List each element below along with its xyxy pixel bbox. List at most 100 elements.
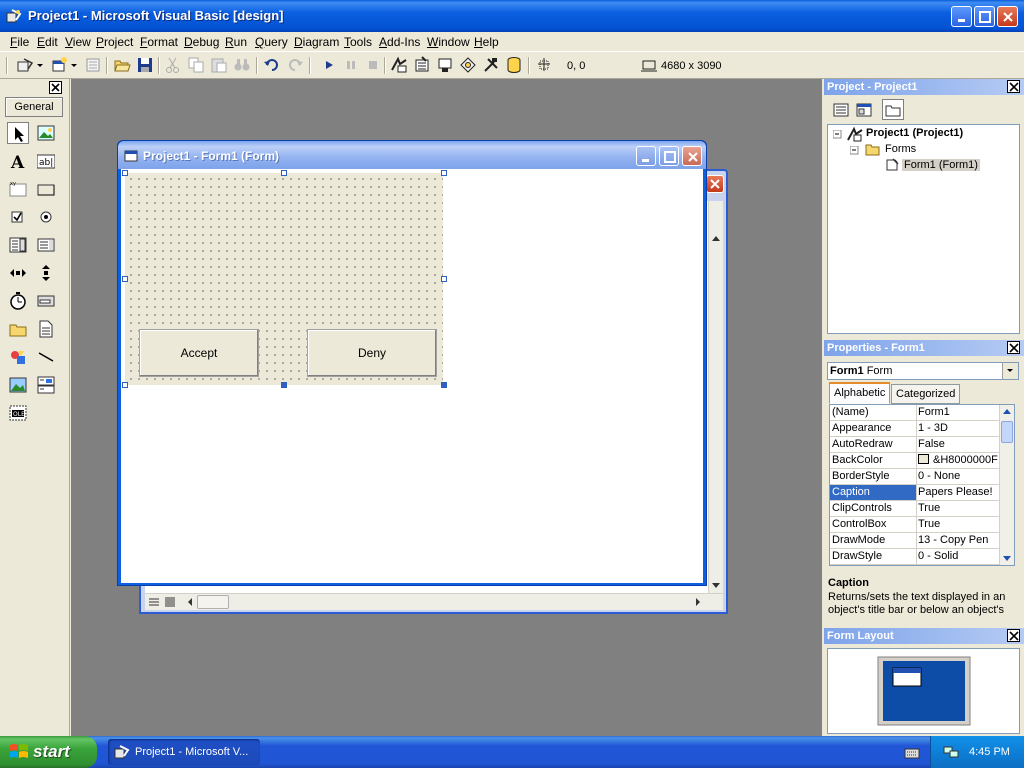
tool-dirlistbox[interactable] [7,318,29,340]
tool-pointer[interactable] [7,122,29,144]
close-button[interactable] [997,6,1018,27]
form-minimize-button[interactable] [636,146,656,166]
paste-icon[interactable] [210,56,228,74]
tool-optionbutton[interactable] [35,206,57,228]
form-layout-canvas[interactable] [827,648,1020,734]
project-explorer-title[interactable]: Project - Project1 [824,79,1024,95]
property-row[interactable]: DrawMode 13 - Copy Pen [830,533,1000,549]
keyboard-icon[interactable] [904,746,920,760]
tool-ole[interactable]: OLE [7,402,29,424]
menu-help[interactable]: Help [474,35,499,49]
properties-close-button[interactable] [1007,341,1020,354]
form-designer-window[interactable]: Project1 - Form1 (Form) Accept Deny [117,140,707,586]
resize-handle[interactable] [441,382,447,388]
taskbar-item-vb[interactable]: Project1 - Microsoft V... [108,739,260,765]
properties-title[interactable]: Properties - Form1 [824,340,1024,356]
resize-handle[interactable] [122,276,128,282]
form-designer-canvas[interactable]: Accept Deny [121,169,703,583]
tree-forms-folder[interactable]: Forms [885,143,916,155]
resize-handle[interactable] [441,276,447,282]
tab-alphabetic[interactable]: Alphabetic [829,382,891,404]
tool-combobox[interactable] [7,234,29,256]
end-icon[interactable] [364,56,382,74]
tool-vscrollbar[interactable] [35,262,57,284]
resize-handle[interactable] [122,382,128,388]
property-value[interactable]: False [918,438,1000,450]
properties-grid[interactable]: (Name) Form1 Appearance 1 - 3D AutoRedraw Fal… [829,404,1015,566]
tool-line[interactable] [35,346,57,368]
monitor-preview-icon[interactable] [828,649,1021,733]
properties-window-icon[interactable] [413,56,431,74]
tool-timer[interactable] [7,290,29,312]
accept-button[interactable]: Accept [139,329,259,377]
project-tree[interactable]: Project1 (Project1) Forms Form1 (Form1) [827,124,1020,334]
open-folder-icon[interactable] [113,56,131,74]
view-object-icon[interactable] [855,101,873,119]
copy-icon[interactable] [187,56,205,74]
chevron-right-icon[interactable] [691,595,705,609]
project-explorer-icon[interactable] [390,56,408,74]
full-module-view-icon[interactable] [163,595,177,609]
chevron-down-icon[interactable] [70,56,78,74]
design-form-surface[interactable]: Accept Deny [125,173,443,385]
property-value[interactable]: 13 - Copy Pen [918,534,1000,546]
add-form-icon[interactable] [50,56,68,74]
property-row[interactable]: BorderStyle 0 - None [830,469,1000,485]
property-row[interactable]: ClipControls True [830,501,1000,517]
property-row[interactable]: AutoRedraw False [830,437,1000,453]
object-selector[interactable]: Form1 Form [827,362,1019,380]
tool-picturebox[interactable] [35,122,57,144]
property-value[interactable]: &H8000000F [918,454,1000,466]
menu-add-ins[interactable]: Add-Ins [379,35,420,49]
tool-filelistbox[interactable] [35,318,57,340]
property-row[interactable]: DrawStyle 0 - Solid [830,549,1000,565]
form-maximize-button[interactable] [659,146,679,166]
property-value[interactable]: 0 - Solid [918,550,1000,562]
tool-hscrollbar[interactable] [7,262,29,284]
save-icon[interactable] [136,56,154,74]
tool-checkbox[interactable] [7,206,29,228]
toolbox-close-button[interactable] [49,81,62,94]
cut-icon[interactable] [164,56,182,74]
menu-project[interactable]: Project [96,35,133,49]
property-value[interactable]: 0 - None [918,470,1000,482]
resize-handle[interactable] [281,382,287,388]
tree-form1-item[interactable]: Form1 (Form1) [902,159,980,171]
find-icon[interactable] [233,56,251,74]
chevron-left-icon[interactable] [183,595,197,609]
tool-drivelistbox[interactable] [35,290,57,312]
menu-editor-icon[interactable] [84,56,102,74]
start-icon[interactable] [320,56,338,74]
form-designer-title-bar[interactable]: Project1 - Form1 (Form) [118,141,706,169]
resize-handle[interactable] [281,170,287,176]
resize-handle[interactable] [441,170,447,176]
collapse-icon[interactable] [850,146,859,155]
properties-scrollbar[interactable] [999,405,1014,565]
deny-button[interactable]: Deny [307,329,437,377]
toolbox-tab-general[interactable]: General [5,97,63,117]
code-window-close-button[interactable] [706,175,724,193]
code-vertical-scrollbar[interactable] [708,201,723,593]
toolbox-icon[interactable] [482,56,500,74]
property-row[interactable]: Caption Papers Please! [830,485,1000,501]
scroll-thumb[interactable] [1001,421,1013,443]
data-view-icon[interactable] [505,56,523,74]
menu-window[interactable]: Window [427,35,470,49]
main-title-bar[interactable]: Project1 - Microsoft Visual Basic [desig… [0,0,1024,32]
tool-listbox[interactable] [35,234,57,256]
menu-run[interactable]: Run [225,35,247,49]
property-value[interactable]: 1 - 3D [918,422,1000,434]
minimize-button[interactable] [951,6,972,27]
maximize-button[interactable] [974,6,995,27]
redo-icon[interactable] [286,56,304,74]
form-close-button[interactable] [682,146,702,166]
toggle-folders-button[interactable] [882,99,904,120]
chevron-down-icon[interactable] [36,56,44,74]
form-layout-title[interactable]: Form Layout [824,628,1024,644]
add-project-icon[interactable] [16,56,34,74]
tool-data[interactable] [35,374,57,396]
break-icon[interactable] [342,56,360,74]
menu-query[interactable]: Query [255,35,288,49]
toolbar-grip[interactable] [6,57,8,74]
property-value[interactable]: True [918,518,1000,530]
